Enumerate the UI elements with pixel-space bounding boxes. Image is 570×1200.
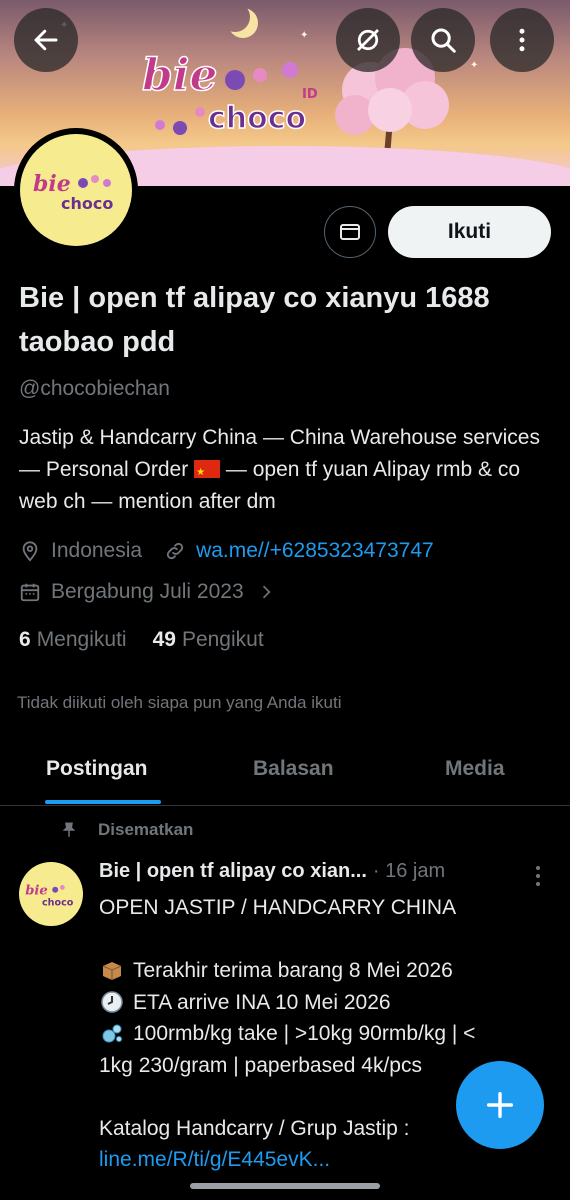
- follow-button[interactable]: Ikuti: [388, 206, 551, 258]
- post-link[interactable]: line.me/R/ti/g/E445evK...: [99, 1144, 330, 1176]
- profile-location: Indonesia: [51, 539, 143, 562]
- post-avatar[interactable]: bie choco: [19, 862, 83, 926]
- post-line: 100rmb/kg take | >10kg 90rmb/kg | <: [99, 1018, 549, 1050]
- message-button[interactable]: [324, 206, 376, 258]
- grok-icon: [357, 29, 379, 51]
- search-button[interactable]: [411, 8, 475, 72]
- link-icon: [166, 542, 184, 560]
- post-line: ETA arrive INA 10 Mei 2026: [99, 987, 549, 1019]
- profile-link[interactable]: wa.me//+6285323473747: [196, 539, 434, 563]
- post-line: Terakhir terima barang 8 Mei 2026: [99, 955, 549, 987]
- post-timestamp[interactable]: · 16 jam: [373, 860, 445, 883]
- calendar-icon: [20, 583, 40, 602]
- avatar-image: bie choco: [20, 134, 132, 246]
- svg-text:ID: ID: [302, 87, 318, 102]
- profile-avatar[interactable]: bie choco: [14, 128, 138, 252]
- profile-handle: @chocobiechan: [19, 377, 170, 400]
- sparkle-icon: ✦: [470, 60, 479, 71]
- profile-tabs: Postingan Balasan Media: [0, 740, 570, 806]
- profile-meta-location-row: Indonesia wa.me//+6285323473747: [19, 539, 434, 563]
- grok-button[interactable]: [336, 8, 400, 72]
- tab-posts[interactable]: Postingan: [46, 757, 148, 781]
- plus-icon: [486, 1091, 514, 1119]
- svg-text:choco: choco: [208, 101, 306, 136]
- post-header: Bie | open tf alipay co xian... · 16 jam: [99, 860, 539, 883]
- arrow-left-icon: [34, 29, 58, 51]
- home-indicator[interactable]: [190, 1183, 380, 1189]
- compose-button[interactable]: [456, 1061, 544, 1149]
- post-line: OPEN JASTIP / HANDCARRY CHINA: [99, 896, 457, 919]
- bubbles-icon: [99, 1021, 125, 1047]
- tab-media[interactable]: Media: [445, 757, 505, 781]
- svg-text:bie: bie: [142, 50, 217, 101]
- more-options-button[interactable]: [490, 8, 554, 72]
- china-flag-icon: [194, 457, 221, 489]
- search-icon: [431, 28, 456, 53]
- profile-joined: Bergabung Juli 2023: [51, 580, 244, 603]
- not-followed-notice: Tidak diikuti oleh siapa pun yang Anda i…: [17, 693, 342, 712]
- package-icon: [99, 958, 125, 984]
- svg-text:bie: bie: [25, 884, 48, 899]
- banner-logo: bie choco ID: [141, 49, 318, 137]
- post-author-name[interactable]: Bie | open tf alipay co xian...: [99, 860, 367, 883]
- profile-meta-joined-row[interactable]: Bergabung Juli 2023: [19, 580, 286, 604]
- envelope-icon: [340, 224, 360, 240]
- active-tab-indicator: [45, 800, 161, 804]
- followers-link[interactable]: 49 Pengikut: [153, 628, 264, 652]
- back-button[interactable]: [14, 8, 78, 72]
- svg-text:choco: choco: [61, 194, 113, 213]
- avatar-logo: bie choco: [33, 171, 113, 213]
- following-link[interactable]: 6 Mengikuti: [19, 628, 127, 652]
- more-vertical-icon: [519, 28, 525, 52]
- follow-stats: 6 Mengikuti 49 Pengikut: [19, 628, 264, 652]
- clock-icon: [99, 989, 125, 1015]
- post-more-button[interactable]: [528, 864, 548, 888]
- profile-bio: Jastip & Handcarry China — China Warehou…: [19, 422, 549, 518]
- moon-graphic: [220, 2, 250, 32]
- tab-replies[interactable]: Balasan: [253, 757, 334, 781]
- pinned-label: Disematkan: [60, 820, 193, 840]
- svg-text:choco: choco: [42, 897, 74, 908]
- chevron-right-icon: [262, 585, 271, 599]
- profile-name: Bie | open tf alipay co xianyu 1688 taob…: [19, 282, 490, 358]
- pin-icon: [62, 822, 76, 837]
- location-pin-icon: [22, 541, 38, 562]
- post-line: line.me/R/ti/g/E445evK...: [99, 1144, 549, 1176]
- avatar-logo: bie choco: [25, 884, 74, 909]
